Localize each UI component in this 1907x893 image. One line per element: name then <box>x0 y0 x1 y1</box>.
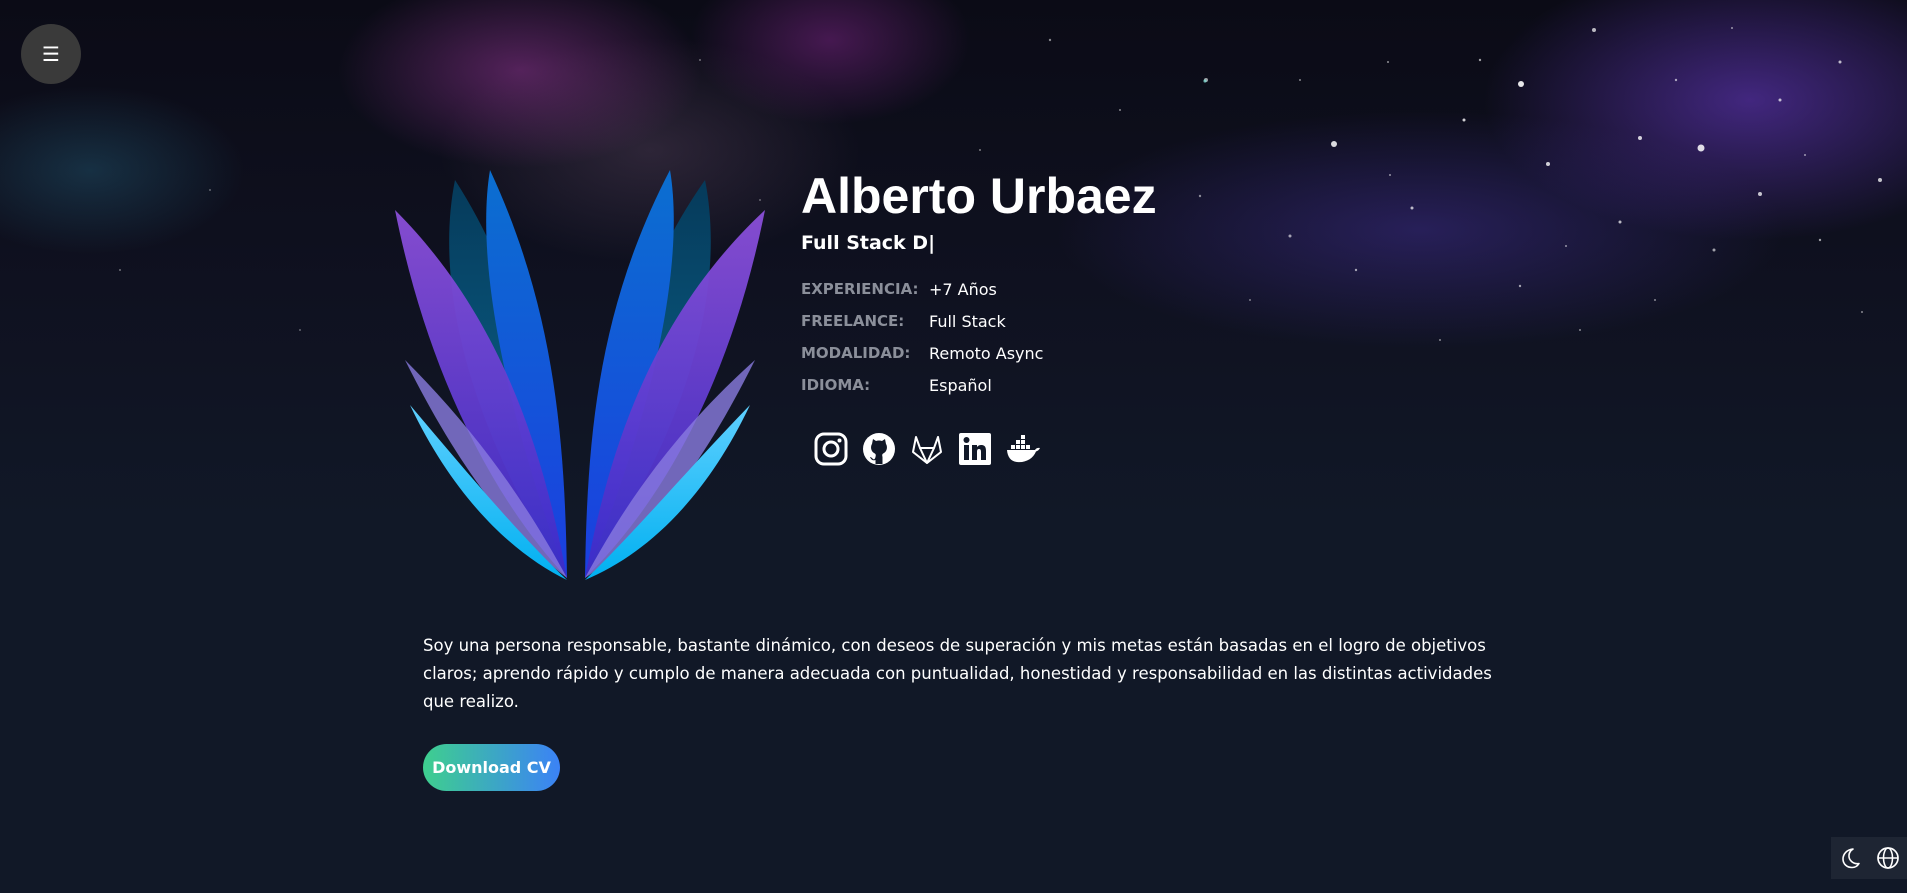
info-label: MODALIDAD: <box>801 344 911 362</box>
info-table: EXPERIENCIA: +7 Años FREELANCE: Full Sta… <box>801 273 1201 401</box>
moon-icon[interactable] <box>1837 845 1863 871</box>
theme-language-controls <box>1831 837 1907 879</box>
info-value: Remoto Async <box>929 343 1044 363</box>
hamburger-menu-icon: ☰ <box>42 42 60 66</box>
download-cv-button[interactable]: Download CV <box>423 744 560 791</box>
github-icon[interactable] <box>859 429 899 469</box>
info-value: Full Stack <box>929 311 1006 331</box>
profile-role-typewriter: Full Stack D| <box>801 232 936 254</box>
page: ☰ Alberto Urbaez Full Stack D| EXPERIENC… <box>0 0 1907 893</box>
info-label: FREELANCE: <box>801 312 905 330</box>
info-row-idioma: IDIOMA: Español <box>801 369 1201 401</box>
gitlab-icon[interactable] <box>907 429 947 469</box>
bio-text: Soy una persona responsable, bastante di… <box>423 636 1492 711</box>
info-row-freelance: FREELANCE: Full Stack <box>801 305 1201 337</box>
profile-section: Alberto Urbaez Full Stack D| EXPERIENCIA… <box>801 163 1201 469</box>
profile-name: Alberto Urbaez <box>801 168 1157 224</box>
info-row-modalidad: MODALIDAD: Remoto Async <box>801 337 1201 369</box>
globe-icon[interactable] <box>1875 845 1901 871</box>
logo <box>395 170 765 580</box>
info-value: +7 Años <box>929 279 997 299</box>
info-label: IDIOMA: <box>801 376 871 394</box>
instagram-icon[interactable] <box>811 429 851 469</box>
info-label: EXPERIENCIA: <box>801 280 919 298</box>
linkedin-icon[interactable] <box>955 429 995 469</box>
info-row-experiencia: EXPERIENCIA: +7 Años <box>801 273 1201 305</box>
social-links <box>811 429 1201 469</box>
docker-icon[interactable] <box>1003 429 1043 469</box>
info-value: Español <box>929 375 992 395</box>
menu-button[interactable]: ☰ <box>21 24 81 84</box>
